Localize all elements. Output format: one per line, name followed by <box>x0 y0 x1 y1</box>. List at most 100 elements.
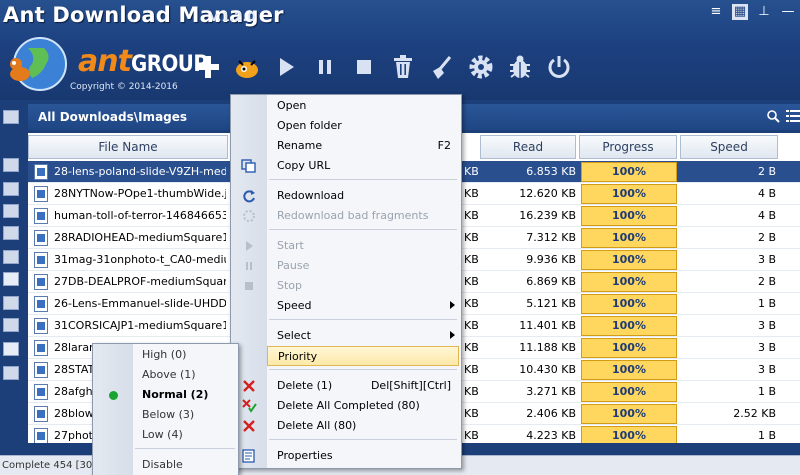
column-speed[interactable]: Speed <box>680 135 778 159</box>
progress-bar: 100% <box>581 228 677 248</box>
menu-item-delete[interactable]: Delete (1) Del[Shift][Ctrl] <box>231 376 461 396</box>
stop-icon <box>356 60 371 74</box>
priority-disable[interactable]: Disable <box>93 455 238 475</box>
pin-icon[interactable]: ⊥ <box>756 4 772 20</box>
delete-button[interactable] <box>383 48 422 86</box>
read-cell: 7.312 KB <box>526 231 576 244</box>
speed-cell: 1 B <box>757 297 776 310</box>
video-icon[interactable] <box>3 318 19 332</box>
tree-icon[interactable] <box>3 110 19 124</box>
file-name-cell: 31mag-31onphoto-t_CA0-mediumSqu <box>54 253 226 266</box>
size-cell: KB <box>464 231 478 244</box>
column-read[interactable]: Read <box>480 135 576 159</box>
archive-icon[interactable] <box>3 366 19 380</box>
progress-bar: 100% <box>581 162 677 182</box>
image-file-icon <box>34 208 48 224</box>
menu-item-delete-all[interactable]: Delete All (80) <box>231 416 461 436</box>
image-file-icon <box>34 362 48 378</box>
menu-item-start[interactable]: Start <box>231 236 461 256</box>
menu-item-delete-completed-label: Delete All Completed (80) <box>277 399 420 412</box>
read-cell: 16.239 KB <box>519 209 576 222</box>
menu-item-pause[interactable]: Pause <box>231 256 461 276</box>
menu-separator <box>269 439 457 440</box>
speed-cell: 3 B <box>757 363 776 376</box>
speed-cell: 1 B <box>757 429 776 442</box>
start-button[interactable] <box>266 48 305 86</box>
stop-button[interactable] <box>344 48 383 86</box>
priority-high[interactable]: High (0) <box>93 345 238 365</box>
menu-item-copy-url[interactable]: Copy URL <box>231 156 461 176</box>
priority-low[interactable]: Low (4) <box>93 425 238 445</box>
menu-item-properties-label: Properties <box>277 449 333 462</box>
menu-item-redownload[interactable]: Redownload <box>231 186 461 206</box>
read-cell: 6.869 KB <box>526 275 576 288</box>
column-file-name[interactable]: File Name <box>28 135 228 159</box>
brand-ant-text: ant <box>78 44 132 79</box>
priority-above[interactable]: Above (1) <box>93 365 238 385</box>
menu-item-open-folder[interactable]: Open folder <box>231 116 461 136</box>
menu-item-open[interactable]: Open <box>231 96 461 116</box>
minimize-icon[interactable]: — <box>780 4 796 20</box>
settings-button[interactable] <box>461 48 500 86</box>
size-cell: KB <box>464 429 478 442</box>
menu-icon[interactable]: ≡ <box>708 4 724 20</box>
progress-bar: 100% <box>581 206 677 226</box>
ant-globe-logo-icon <box>10 37 67 91</box>
progress-bar: 100% <box>581 250 677 270</box>
layout-icon[interactable]: ▦ <box>732 4 748 20</box>
download-icon[interactable] <box>3 204 19 218</box>
size-cell: KB <box>464 209 478 222</box>
menu-item-redownload-bad-label: Redownload bad fragments <box>277 209 429 222</box>
menu-item-select-label: Select <box>277 329 311 342</box>
exit-button[interactable] <box>539 48 578 86</box>
document-icon[interactable] <box>3 272 19 286</box>
search-icon[interactable] <box>766 109 780 123</box>
speed-cell: 2 B <box>757 231 776 244</box>
menu-item-priority[interactable]: Priority <box>267 346 459 366</box>
submenu-arrow-icon <box>450 301 455 309</box>
menu-item-stop[interactable]: Stop <box>231 276 461 296</box>
add-download-button[interactable] <box>188 48 227 86</box>
copy-icon[interactable] <box>3 226 19 240</box>
progress-bar: 100% <box>581 338 677 358</box>
priority-low-label: Low (4) <box>142 428 183 441</box>
folder-icon[interactable] <box>3 182 19 196</box>
menu-item-speed[interactable]: Speed <box>231 296 461 316</box>
image-file-icon <box>34 274 48 290</box>
size-cell: KB <box>464 407 478 420</box>
priority-normal[interactable]: Normal (2) <box>93 385 238 405</box>
priority-above-label: Above (1) <box>142 368 196 381</box>
report-bug-button[interactable] <box>500 48 539 86</box>
properties-icon <box>242 449 255 463</box>
menu-item-redownload-bad-fragments[interactable]: Redownload bad fragments <box>231 206 461 226</box>
image-icon[interactable] <box>3 296 19 310</box>
red-x-icon <box>243 380 255 392</box>
size-cell: KB <box>464 385 478 398</box>
play-icon <box>279 58 294 76</box>
clean-button[interactable] <box>422 48 461 86</box>
ant-button[interactable] <box>227 48 266 86</box>
list-icon[interactable] <box>3 158 19 172</box>
menu-item-delete-all-completed[interactable]: Delete All Completed (80) <box>231 396 461 416</box>
menu-item-rename[interactable]: Rename F2 <box>231 136 461 156</box>
image-file-icon <box>34 428 48 443</box>
read-cell: 12.620 KB <box>519 187 576 200</box>
submenu-arrow-icon <box>450 331 455 339</box>
priority-below[interactable]: Below (3) <box>93 405 238 425</box>
menu-item-delete-label: Delete (1) <box>277 379 333 392</box>
size-cell: KB <box>464 165 478 178</box>
speed-cell: 3 B <box>757 319 776 332</box>
breadcrumb[interactable]: All Downloads\Images <box>38 110 187 124</box>
column-progress[interactable]: Progress <box>579 135 677 159</box>
list-menu-icon[interactable] <box>786 109 800 123</box>
speed-cell: 1 B <box>757 385 776 398</box>
read-cell: 11.401 KB <box>519 319 576 332</box>
menu-item-select[interactable]: Select <box>231 326 461 346</box>
file-name-cell: 28RADIOHEAD-mediumSquare149.jp <box>54 231 226 244</box>
text-icon[interactable] <box>3 342 19 356</box>
audio-icon[interactable] <box>3 250 19 264</box>
progress-bar: 100% <box>581 184 677 204</box>
menu-separator <box>135 448 235 449</box>
menu-item-properties[interactable]: Properties <box>231 446 461 466</box>
pause-button[interactable] <box>305 48 344 86</box>
